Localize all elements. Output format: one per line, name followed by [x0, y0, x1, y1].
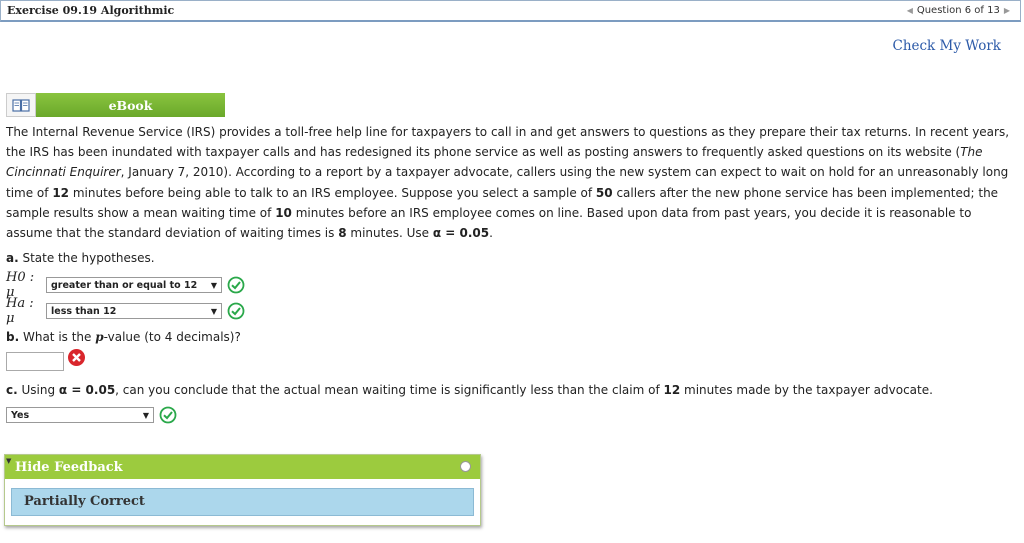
part-a-question: a. State the hypotheses. [6, 251, 155, 265]
sample-mean: 10 [275, 205, 292, 220]
part-c-question: c. Using α = 0.05, can you conclude that… [6, 383, 933, 397]
problem-text: minutes before being able to talk to an … [69, 185, 596, 200]
part-b-question: b. What is the p-value (to 4 decimals)? [6, 330, 241, 344]
part-letter: c. [6, 383, 18, 397]
conclusion-selected-value: Yes [11, 409, 30, 421]
feedback-message: Partially Correct [11, 488, 474, 516]
ebook-bar: eBook [6, 93, 225, 117]
ha-selected-value: less than 12 [51, 305, 117, 317]
alpha-value: α = 0.05 [58, 383, 116, 397]
triangle-down-icon: ▼ [6, 457, 12, 465]
top-bar: Exercise 09.19 Algorithmic ◀ Question 6 … [0, 0, 1021, 22]
check-circle-icon [159, 406, 177, 424]
part-letter: a. [6, 251, 19, 265]
hide-feedback-label: Hide Feedback [15, 460, 123, 475]
exercise-title: Exercise 09.19 Algorithmic [7, 4, 175, 17]
p-variable: p [95, 330, 104, 344]
ha-label: Ha : μ [6, 296, 34, 326]
ebook-button[interactable]: eBook [36, 93, 225, 117]
check-circle-icon [227, 276, 245, 294]
x-circle-icon [68, 349, 85, 366]
h0-selected-value: greater than or equal to 12 [51, 279, 198, 291]
question-indicator: Question 6 of 13 [916, 5, 1000, 16]
std-deviation: 8 [338, 226, 347, 241]
h0-row: H0 : μ greater than or equal to 12 ▼ [6, 270, 245, 300]
triangle-left-icon[interactable]: ◀ [907, 6, 913, 15]
pin-icon[interactable] [460, 461, 471, 472]
check-my-work-link[interactable]: Check My Work [892, 38, 1001, 54]
alpha-value: α = 0.05 [432, 226, 490, 241]
check-circle-icon [227, 302, 245, 320]
ha-row: Ha : μ less than 12 ▼ [6, 296, 245, 326]
part-text: State the hypotheses. [18, 251, 155, 265]
part-text: What is the [19, 330, 96, 344]
ha-select[interactable]: less than 12 ▼ [46, 303, 222, 319]
part-text: -value (to 4 decimals)? [103, 330, 241, 344]
feedback-panel: ▼ Hide Feedback Partially Correct [4, 454, 481, 526]
problem-text: The Internal Revenue Service (IRS) provi… [6, 125, 1010, 160]
question-navigator: ◀ Question 6 of 13 ▶ [907, 5, 1010, 16]
claim-minutes: 12 [663, 383, 681, 397]
h0-select[interactable]: greater than or equal to 12 ▼ [46, 277, 222, 293]
part-text: , can you conclude that the actual mean … [115, 383, 664, 397]
claim-minutes: 12 [52, 185, 70, 200]
triangle-right-icon[interactable]: ▶ [1004, 6, 1010, 15]
part-text: Using [17, 383, 59, 397]
book-icon[interactable] [6, 93, 36, 117]
caret-down-icon: ▼ [142, 410, 149, 420]
problem-statement: The Internal Revenue Service (IRS) provi… [6, 122, 1014, 243]
problem-text: minutes. Use [346, 226, 433, 241]
caret-down-icon: ▼ [210, 306, 217, 316]
part-c-answer-row: Yes ▼ [6, 406, 177, 424]
problem-text: . [489, 226, 493, 241]
conclusion-select[interactable]: Yes ▼ [6, 407, 154, 423]
caret-down-icon: ▼ [210, 280, 217, 290]
part-text: minutes made by the taxpayer advocate. [680, 383, 933, 397]
p-value-input[interactable] [6, 352, 64, 371]
hide-feedback-toggle[interactable]: ▼ Hide Feedback [5, 455, 480, 479]
sample-size: 50 [595, 185, 613, 200]
part-letter: b. [6, 330, 20, 344]
